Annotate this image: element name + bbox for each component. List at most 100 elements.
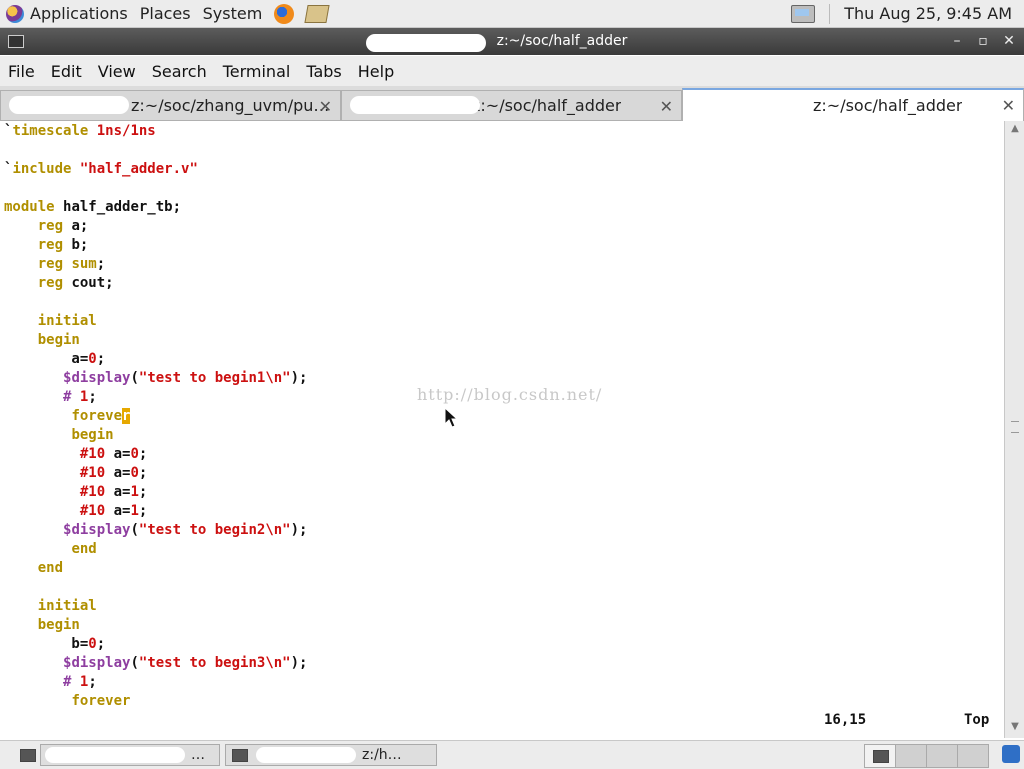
code-line: initial xyxy=(4,312,97,331)
code-token: end xyxy=(71,541,97,557)
menu-file[interactable]: File xyxy=(0,62,43,81)
code-line: #10 a=0; xyxy=(4,464,147,483)
scroll-thumb[interactable] xyxy=(1011,421,1019,433)
code-token: "test to begin2\n" xyxy=(138,522,291,538)
close-tab-icon[interactable]: ✕ xyxy=(319,97,332,116)
code-token: $display xyxy=(63,522,131,538)
code-token: # xyxy=(63,674,80,690)
panel-separator xyxy=(829,3,831,24)
tab-zhang-uvm[interactable]: z:~/soc/zhang_uvm/pu… ✕ xyxy=(0,90,341,120)
code-token: ); xyxy=(290,370,308,386)
notes-launcher[interactable] xyxy=(300,0,334,27)
code-token: 0 xyxy=(130,446,139,462)
code-token: b; xyxy=(71,237,89,253)
close-tab-icon[interactable]: ✕ xyxy=(660,97,673,116)
terminal-content[interactable]: `timescale 1ns/1ns `include "half_adder.v… xyxy=(0,121,1004,738)
code-token: a= xyxy=(113,484,131,500)
code-line: reg cout; xyxy=(4,274,114,293)
applications-menu[interactable]: Applications xyxy=(0,0,134,27)
terminal-icon xyxy=(232,748,248,762)
tab-half-adder-1[interactable]: z:~/soc/half_adder ✕ xyxy=(341,90,682,120)
workspace-3[interactable] xyxy=(926,744,958,768)
notes-icon xyxy=(304,4,330,23)
firefox-launcher[interactable] xyxy=(268,0,300,27)
vertical-scrollbar[interactable]: ▲ ▼ xyxy=(1004,121,1024,738)
menu-help[interactable]: Help xyxy=(350,62,402,81)
show-desktop-icon[interactable] xyxy=(20,749,36,762)
code-token: initial xyxy=(37,313,97,329)
firefox-icon xyxy=(274,3,295,24)
places-menu[interactable]: Places xyxy=(134,0,197,27)
code-line: b=0; xyxy=(4,635,105,654)
scroll-down-icon[interactable]: ▼ xyxy=(1009,721,1021,733)
taskbar-task-2[interactable]: z:/h… xyxy=(225,744,437,766)
menu-tabs[interactable]: Tabs xyxy=(298,62,349,81)
redacted-block xyxy=(9,96,129,114)
code-token: begin xyxy=(71,427,114,443)
workspace-4[interactable] xyxy=(957,744,989,768)
code-line: reg sum; xyxy=(4,255,105,274)
redacted-block xyxy=(350,96,480,114)
code-token: ); xyxy=(290,655,308,671)
code-token: a= xyxy=(4,351,89,367)
code-token: 0 xyxy=(88,351,97,367)
code-token: ; xyxy=(88,389,97,405)
menu-terminal[interactable]: Terminal xyxy=(215,62,299,81)
close-tab-icon[interactable]: ✕ xyxy=(1002,96,1015,115)
network-status[interactable] xyxy=(785,0,821,27)
window-titlebar[interactable]: z:~/soc/half_adder – ▫ ✕ xyxy=(0,28,1024,55)
code-token: timescale xyxy=(12,123,97,139)
window-title: z:~/soc/half_adder xyxy=(496,33,628,49)
code-line: $display("test to begin1\n"); xyxy=(4,369,307,388)
code-token: reg xyxy=(37,256,72,272)
maximize-button[interactable]: ▫ xyxy=(973,31,993,51)
code-token: $display xyxy=(63,655,131,671)
code-token: 1ns/1ns xyxy=(96,123,156,139)
code-line: reg b; xyxy=(4,236,89,255)
code-token: ; xyxy=(138,446,148,462)
code-line: forever xyxy=(4,692,130,711)
code-line: $display("test to begin3\n"); xyxy=(4,654,307,673)
code-token: ; xyxy=(88,674,97,690)
menu-view[interactable]: View xyxy=(90,62,144,81)
close-window-button[interactable]: ✕ xyxy=(999,31,1019,51)
menu-edit[interactable]: Edit xyxy=(43,62,90,81)
system-menu[interactable]: System xyxy=(197,0,269,27)
tab-half-adder-active[interactable]: z:~/soc/half_adder ✕ xyxy=(682,88,1024,121)
scroll-up-icon[interactable]: ▲ xyxy=(1009,123,1021,135)
code-line: initial xyxy=(4,597,97,616)
code-token: reg xyxy=(37,275,72,291)
taskbar-task-1[interactable]: … xyxy=(40,744,220,766)
code-line: `timescale 1ns/1ns xyxy=(4,122,156,141)
code-token: initial xyxy=(37,598,97,614)
code-line: #10 a=1; xyxy=(4,483,147,502)
code-token: include xyxy=(12,161,80,177)
code-line: #10 a=1; xyxy=(4,502,147,521)
code-token: # xyxy=(63,389,80,405)
clock[interactable]: Thu Aug 25, 9:45 AM xyxy=(838,0,1024,27)
code-line: # 1; xyxy=(4,673,97,692)
menu-search[interactable]: Search xyxy=(144,62,215,81)
workspace-1[interactable] xyxy=(864,744,896,768)
code-token: begin xyxy=(37,617,80,633)
minimize-button[interactable]: – xyxy=(947,31,967,51)
workspace-2[interactable] xyxy=(895,744,927,768)
watermark-text: http://blog.csdn.net/ xyxy=(417,385,603,404)
code-line: $display("test to begin2\n"); xyxy=(4,521,307,540)
task-label: z:/h… xyxy=(362,747,402,763)
code-token: a= xyxy=(113,446,131,462)
code-line: reg a; xyxy=(4,217,89,236)
code-token: ; xyxy=(138,484,148,500)
applications-label: Applications xyxy=(30,4,128,23)
code-line: begin xyxy=(4,331,80,350)
code-line: #10 a=0; xyxy=(4,445,147,464)
scroll-position: Top xyxy=(964,712,990,728)
trash-icon[interactable] xyxy=(1002,745,1020,763)
